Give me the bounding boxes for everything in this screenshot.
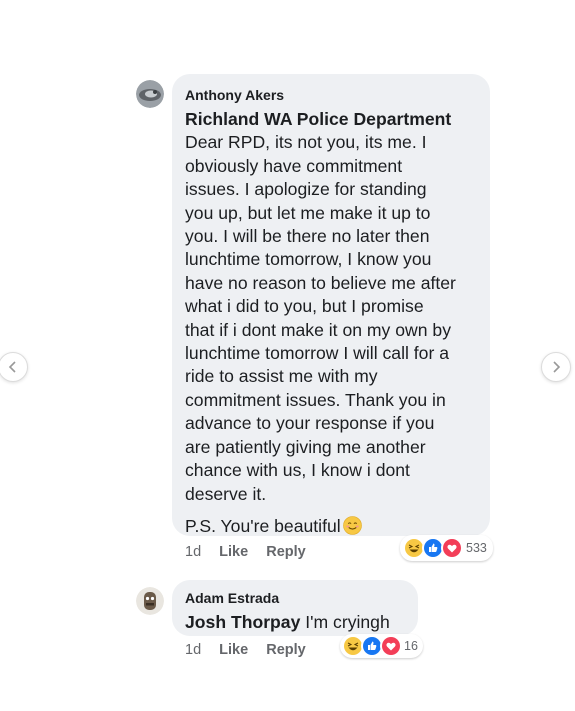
comment-line: advance to your response if you bbox=[185, 413, 435, 434]
comment-text: Josh Thorpay I'm cryingh bbox=[185, 610, 404, 634]
avatar-anthony-akers[interactable] bbox=[136, 80, 164, 108]
postscript-text: P.S. You're beautiful bbox=[185, 515, 341, 536]
tagged-page[interactable]: Richland WA Police Department bbox=[185, 108, 476, 131]
tagged-person[interactable]: Josh Thorpay bbox=[185, 612, 300, 632]
comment-line: are patiently giving me another bbox=[185, 436, 426, 457]
chevron-right-icon bbox=[553, 361, 561, 373]
comment-line: obviously have commitment bbox=[185, 155, 403, 176]
reaction-count: 16 bbox=[404, 639, 418, 653]
comment-line: deserve it. bbox=[185, 483, 267, 504]
profile-photo-icon bbox=[136, 587, 164, 615]
previous-slide-button[interactable] bbox=[0, 352, 28, 382]
comment-bubble: Anthony Akers Richland WA Police Departm… bbox=[172, 74, 490, 536]
comment-line: what i did to you, but I promise bbox=[185, 296, 424, 317]
comment-line: have no reason to believe me after bbox=[185, 272, 456, 293]
avatar-adam-estrada[interactable] bbox=[136, 587, 164, 615]
reaction-summary[interactable]: 533 bbox=[400, 535, 493, 561]
comment-author[interactable]: Adam Estrada bbox=[185, 589, 404, 607]
chevron-left-icon bbox=[8, 361, 16, 373]
comment-actions: 1d Like Reply bbox=[185, 544, 320, 560]
like-button[interactable]: Like bbox=[219, 642, 248, 658]
comment-bubble: Adam Estrada Josh Thorpay I'm cryingh bbox=[172, 580, 418, 636]
comment-line: I'm cryingh bbox=[305, 612, 390, 632]
like-button[interactable]: Like bbox=[219, 544, 248, 560]
comment-text: Richland WA Police Department Dear RPD, … bbox=[185, 108, 476, 506]
comment-line: lunchtime tomorrow I will call for a bbox=[185, 343, 449, 364]
smiling-face-icon bbox=[342, 516, 362, 535]
comment-line: that if i dont make it on my own by bbox=[185, 319, 451, 340]
reaction-count: 533 bbox=[466, 541, 487, 555]
love-icon bbox=[441, 537, 463, 559]
comment-line: you up, but let me make it up to bbox=[185, 202, 431, 223]
reply-button[interactable]: Reply bbox=[266, 544, 306, 560]
comment-line: issues. I apologize for standing bbox=[185, 179, 427, 200]
comment-line: commitment issues. Thank you in bbox=[185, 389, 446, 410]
reaction-summary[interactable]: 16 bbox=[340, 634, 423, 658]
comment-line: chance with us, I know i dont bbox=[185, 460, 410, 481]
profile-photo-icon bbox=[136, 80, 164, 108]
comment-timestamp[interactable]: 1d bbox=[185, 642, 201, 658]
comment-actions: 1d Like Reply bbox=[185, 642, 320, 658]
comment-author[interactable]: Anthony Akers bbox=[185, 86, 476, 104]
love-icon bbox=[380, 635, 402, 657]
comment-line: Dear RPD, its not you, its me. I bbox=[185, 132, 427, 153]
comment-timestamp[interactable]: 1d bbox=[185, 544, 201, 560]
comment-line: you. I will be there no later then bbox=[185, 226, 430, 247]
next-slide-button[interactable] bbox=[541, 352, 571, 382]
reply-button[interactable]: Reply bbox=[266, 642, 306, 658]
comment-line: lunchtime tomorrow, I know you bbox=[185, 249, 432, 270]
comment-line: ride to assist me with my bbox=[185, 366, 378, 387]
